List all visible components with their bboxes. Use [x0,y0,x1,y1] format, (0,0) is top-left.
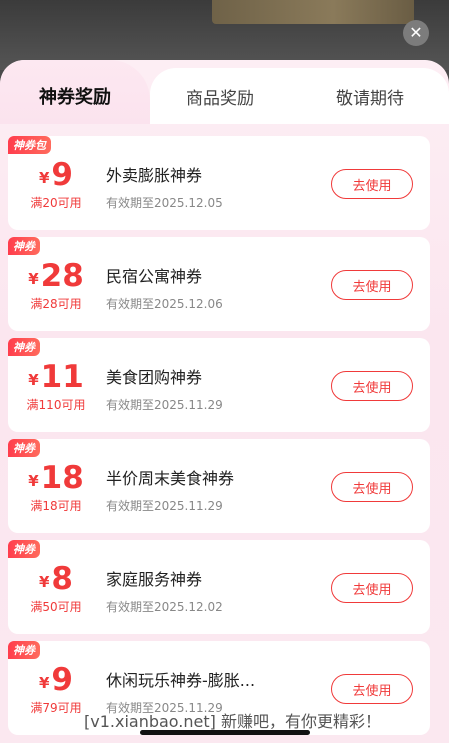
watermark-text: [v1.xianbao.net] 新赚吧，有你更精彩！ [84,712,381,731]
currency-symbol: ¥ [28,371,39,389]
use-coupon-button[interactable]: 去使用 [331,270,413,300]
coupon-condition: 满50可用 [30,600,82,614]
coupon-name: 外卖膨胀神券 [106,166,203,185]
amount-value: 9 [51,662,73,698]
use-coupon-button[interactable]: 去使用 [331,674,413,704]
coupon-amount: ¥ 11 [8,354,104,394]
coupon-card: 神券 ¥ 8 满50可用 家庭服务神券 有效期至2025.12.02 去使用 [8,540,430,634]
coupon-card: 神券 ¥ 11 满110可用 美食团购神券 有效期至2025.11.29 去使用 [8,338,430,432]
coupon-expiry: 有效期至2025.11.29 [106,499,223,513]
coupon-name: 半价周末美食神券 [106,469,235,488]
currency-symbol: ¥ [28,270,39,288]
coupon-name: 休闲玩乐神券-膨胀... [106,671,256,690]
coupon-card: 神券 ¥ 18 满18可用 半价周末美食神券 有效期至2025.11.29 去使… [8,439,430,533]
coupon-name: 美食团购神券 [106,368,203,387]
coupon-condition: 满18可用 [30,499,82,513]
coupon-expiry: 有效期至2025.12.06 [106,297,223,311]
amount-value: 18 [40,460,84,496]
use-coupon-button[interactable]: 去使用 [331,371,413,401]
tab-label: 商品奖励 [186,88,254,109]
amount-value: 28 [40,258,84,294]
coupon-amount: ¥ 18 [8,455,104,495]
coupon-amount: ¥ 9 [8,657,104,697]
coupon-condition: 满28可用 [30,297,82,311]
coupon-expiry: 有效期至2025.12.02 [106,600,223,614]
coupon-expiry: 有效期至2025.11.29 [106,398,223,412]
coupon-amount: ¥ 28 [8,253,104,293]
coupon-name: 民宿公寓神券 [106,267,203,286]
amount-value: 8 [51,561,73,597]
tab-coupon-rewards[interactable]: 神券奖励 [0,60,150,124]
coupon-card: 神券 ¥ 28 满28可用 民宿公寓神券 有效期至2025.12.06 去使用 [8,237,430,331]
coupon-expiry: 有效期至2025.12.05 [106,196,223,210]
home-indicator[interactable] [140,730,310,735]
tab-bar: 神券奖励 商品奖励 敬请期待 [0,60,449,124]
amount-value: 11 [40,359,84,395]
background-image [212,0,414,24]
currency-symbol: ¥ [38,169,50,187]
tab-goods-rewards[interactable]: 商品奖励 [160,68,280,124]
tab-coming-soon[interactable]: 敬请期待 [310,68,430,124]
use-coupon-button[interactable]: 去使用 [331,169,413,199]
currency-symbol: ¥ [38,573,50,591]
use-coupon-button[interactable]: 去使用 [331,573,413,603]
amount-value: 9 [51,157,73,193]
coupon-condition: 满20可用 [30,196,82,210]
use-coupon-button[interactable]: 去使用 [331,472,413,502]
coupon-name: 家庭服务神券 [106,570,203,589]
currency-symbol: ¥ [28,472,39,490]
coupon-condition: 满110可用 [26,398,86,412]
currency-symbol: ¥ [38,674,50,692]
tab-label: 敬请期待 [336,88,404,109]
close-icon: ✕ [409,23,423,42]
coupon-card: 神券包 ¥ 9 满20可用 外卖膨胀神券 有效期至2025.12.05 去使用 [8,136,430,230]
coupon-amount: ¥ 9 [8,152,104,192]
close-button[interactable]: ✕ [403,20,429,46]
tab-label: 神券奖励 [39,87,111,108]
coupon-amount: ¥ 8 [8,556,104,596]
